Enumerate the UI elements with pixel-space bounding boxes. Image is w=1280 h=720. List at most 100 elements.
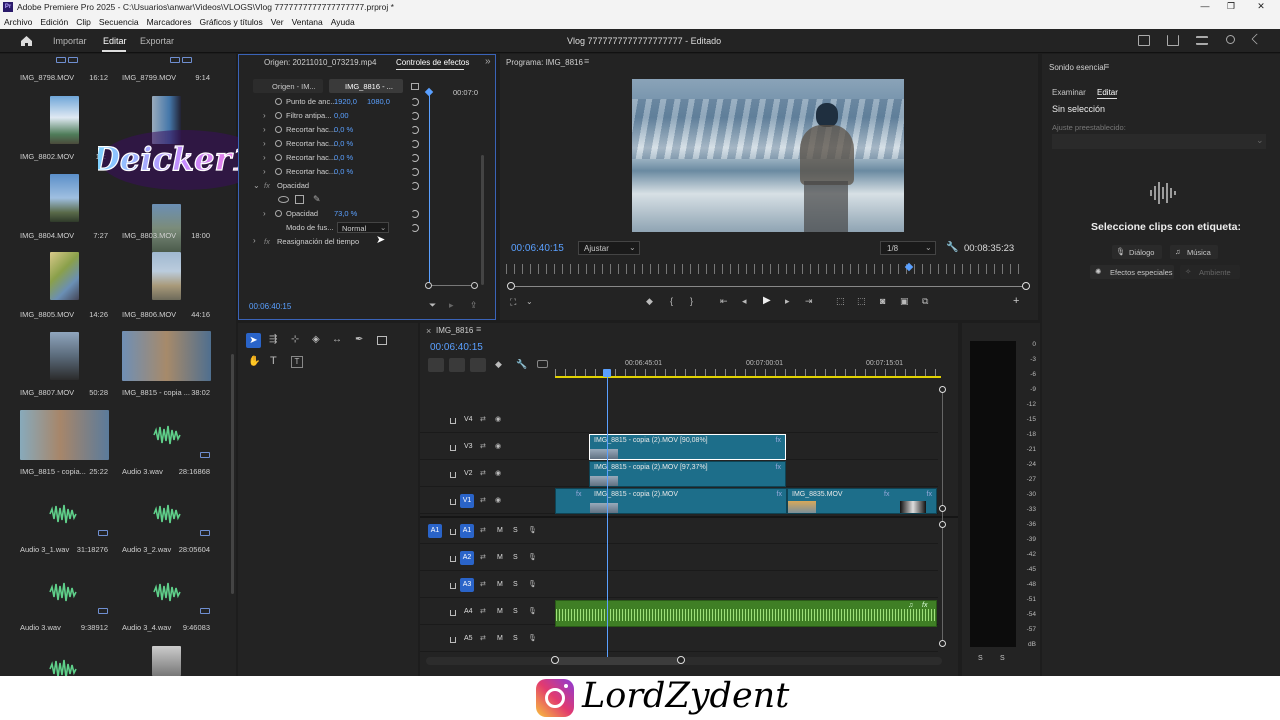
- solo-button[interactable]: S: [513, 581, 518, 588]
- filter-icon[interactable]: ⏷: [429, 300, 436, 311]
- mute-button[interactable]: M: [497, 527, 503, 534]
- lock-icon[interactable]: [450, 583, 456, 589]
- clip-thumbnail[interactable]: [50, 96, 79, 144]
- project-item-name[interactable]: IMG_8807.MOV: [20, 388, 74, 397]
- stopwatch-icon[interactable]: [275, 112, 282, 119]
- home-icon[interactable]: [20, 35, 33, 47]
- toggle-timeline-icon[interactable]: [411, 83, 419, 90]
- project-item-name[interactable]: IMG_8803.MOV: [122, 231, 176, 240]
- anchor-y-value[interactable]: 1080,0: [367, 97, 390, 106]
- eye-icon[interactable]: ◉: [495, 442, 501, 450]
- menu-secuencia[interactable]: Secuencia: [99, 17, 139, 27]
- essential-title[interactable]: Sonido esencial: [1049, 63, 1105, 72]
- mute-button[interactable]: M: [497, 554, 503, 561]
- crop-value[interactable]: 0,0 %: [334, 125, 353, 134]
- zoom-handle-right[interactable]: [1022, 282, 1030, 290]
- eye-icon[interactable]: ◉: [495, 415, 501, 423]
- fx-zoom-bar[interactable]: [427, 285, 477, 286]
- preset-select[interactable]: ⌄: [1052, 134, 1266, 149]
- solo-button[interactable]: S: [513, 554, 518, 561]
- zoom-handle-left[interactable]: [507, 282, 515, 290]
- stopwatch-icon[interactable]: [275, 210, 282, 217]
- fit-select[interactable]: Ajustar ⌄: [578, 241, 640, 255]
- pen-tool-icon[interactable]: ✒: [355, 334, 363, 345]
- menu-ventana[interactable]: Ventana: [292, 17, 323, 27]
- chevron-right-icon[interactable]: ›: [263, 167, 266, 176]
- panel-menu-icon[interactable]: ≡: [584, 56, 589, 66]
- chevron-down-icon[interactable]: ⌄: [526, 297, 533, 306]
- audio-waveform-icon[interactable]: [152, 501, 182, 527]
- export-icon[interactable]: ⇪: [470, 300, 478, 311]
- share-icon[interactable]: [1167, 35, 1179, 46]
- toggle-sync-icon[interactable]: ⇄: [480, 634, 486, 642]
- reset-icon[interactable]: [411, 210, 419, 218]
- clip-v1-b[interactable]: IMG_8835.MOV fx fx: [787, 488, 937, 514]
- clip-thumbnail[interactable]: [152, 646, 181, 676]
- toggle-sync-icon[interactable]: ⇄: [480, 496, 486, 504]
- clip-thumbnail[interactable]: [152, 204, 181, 252]
- selection-tool-icon[interactable]: ➤: [246, 333, 261, 348]
- clip-thumbnail[interactable]: [50, 252, 79, 300]
- mic-icon[interactable]: 🎙: [528, 634, 537, 642]
- lock-icon[interactable]: [450, 499, 456, 505]
- ellipse-mask-icon[interactable]: [278, 196, 289, 203]
- tab-editar[interactable]: Editar: [1097, 88, 1118, 97]
- project-scrollbar[interactable]: [231, 354, 234, 594]
- meter-solo-right[interactable]: S: [1000, 655, 1005, 662]
- project-item-name[interactable]: IMG_8798.MOV: [20, 73, 74, 82]
- hand-tool-icon[interactable]: ✋: [248, 356, 260, 367]
- toggle-sync-icon[interactable]: ⇄: [480, 442, 486, 450]
- fx-zoom-handle-right[interactable]: [471, 282, 478, 289]
- workspace-importar[interactable]: Importar: [53, 36, 87, 46]
- go-to-in-icon[interactable]: ⇤: [720, 296, 728, 307]
- close-sequence-icon[interactable]: ×: [426, 326, 431, 336]
- toggle-sync-icon[interactable]: ⇄: [480, 553, 486, 561]
- musica-button[interactable]: ♫ Música: [1170, 245, 1218, 259]
- opacity-value[interactable]: 73,0 %: [334, 209, 357, 218]
- workspace-editar[interactable]: Editar: [103, 36, 127, 46]
- project-item-name[interactable]: Audio 3.wav: [20, 623, 61, 632]
- wrench-icon[interactable]: 🔧: [516, 359, 527, 370]
- fx-timecode[interactable]: 00:06:40:15: [249, 302, 291, 311]
- lock-icon[interactable]: [450, 556, 456, 562]
- timeline-playhead-handle[interactable]: [603, 369, 611, 377]
- chevron-right-icon[interactable]: ›: [263, 153, 266, 162]
- toggle-sync-icon[interactable]: ⇄: [480, 469, 486, 477]
- step-back-icon[interactable]: ◂: [742, 296, 747, 307]
- clip-thumbnail[interactable]: [152, 252, 181, 300]
- efectos-especiales-button[interactable]: ✺ Efectos especiales: [1090, 265, 1174, 279]
- timeline-timecode[interactable]: 00:06:40:15: [430, 342, 483, 353]
- panel-menu-icon[interactable]: ≡: [1104, 61, 1109, 71]
- fx-scrollbar[interactable]: [481, 155, 484, 285]
- horizontal-scroll-thumb[interactable]: [555, 657, 681, 665]
- tab-examinar[interactable]: Examinar: [1052, 88, 1086, 97]
- audio-waveform-icon[interactable]: [48, 579, 78, 605]
- track-select-tool-icon[interactable]: ⇶: [269, 334, 277, 345]
- wrench-icon[interactable]: 🔧: [946, 242, 958, 253]
- sequence-tab[interactable]: IMG_8816: [436, 326, 473, 335]
- clip-thumbnail[interactable]: [122, 331, 211, 381]
- audio-waveform-icon[interactable]: [152, 422, 182, 448]
- toggle-sync-icon[interactable]: ⇄: [480, 526, 486, 534]
- anchor-x-value[interactable]: 1920,0: [334, 97, 357, 106]
- opacity-section-label[interactable]: Opacidad: [277, 181, 309, 190]
- type-tool-icon[interactable]: T: [270, 355, 277, 367]
- razor-tool-icon[interactable]: ◈: [312, 334, 320, 345]
- stopwatch-icon[interactable]: [275, 154, 282, 161]
- subtab-origen[interactable]: Origen - IM...: [253, 79, 323, 93]
- track-target-a1[interactable]: A1: [460, 524, 474, 538]
- menu-archivo[interactable]: Archivo: [4, 17, 32, 27]
- audio-waveform-icon[interactable]: [152, 579, 182, 605]
- chevron-right-icon[interactable]: ›: [263, 111, 266, 120]
- toggle-sync-icon[interactable]: ⇄: [480, 580, 486, 588]
- settings-icon[interactable]: ⧉: [922, 296, 928, 307]
- project-item-name[interactable]: IMG_8806.MOV: [122, 310, 176, 319]
- maximize-icon[interactable]: ❐: [1225, 1, 1237, 12]
- resolution-select[interactable]: 1/8 ⌄: [880, 241, 936, 255]
- mic-icon[interactable]: 🎙: [528, 526, 537, 534]
- auto-reframe-icon[interactable]: T: [291, 356, 303, 368]
- program-timecode[interactable]: 00:06:40:15: [511, 243, 564, 254]
- reset-icon[interactable]: [411, 140, 419, 148]
- snap-icon[interactable]: [449, 358, 465, 372]
- chevron-right-icon[interactable]: ›: [263, 209, 266, 218]
